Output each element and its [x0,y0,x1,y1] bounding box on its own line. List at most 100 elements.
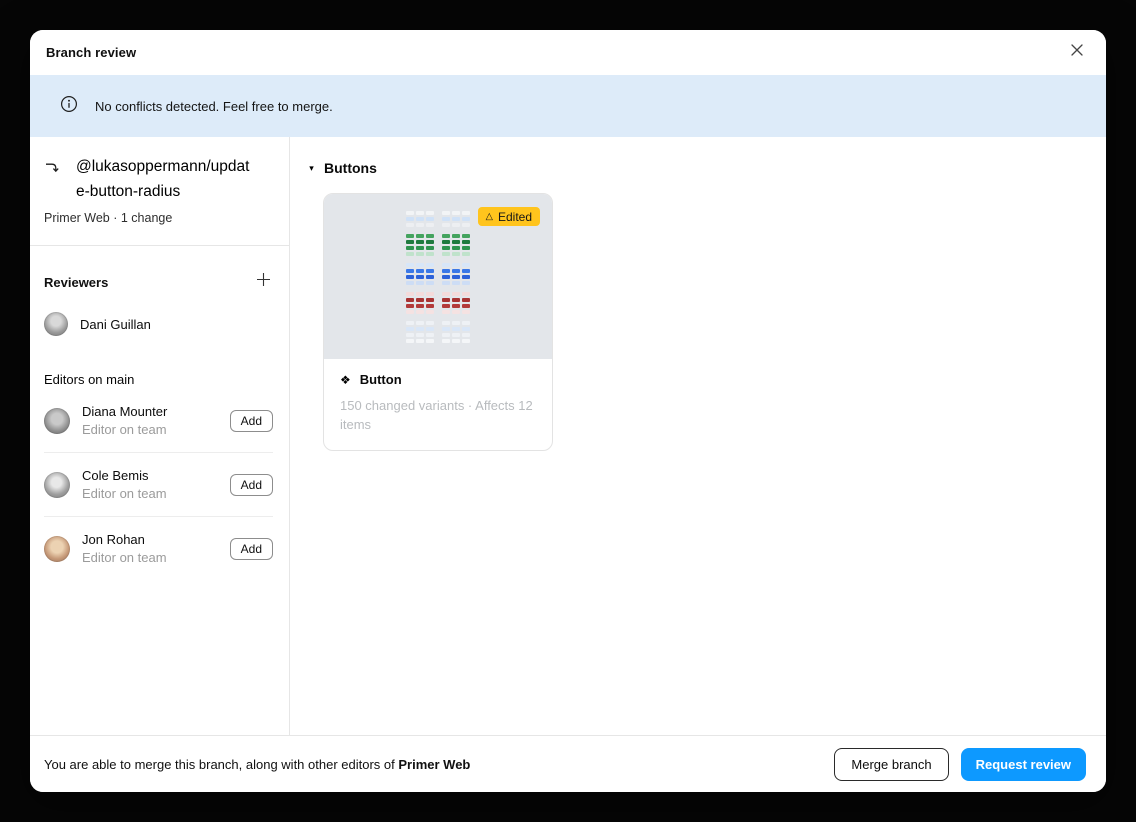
sidebar: @lukasoppermann/update-button-radius Pri… [30,137,290,735]
variant-cell [452,223,460,227]
variant-cell [426,281,434,285]
variant-cell [452,298,460,302]
variant-cell [462,211,470,215]
variant-grid [406,211,470,343]
variant-cell [426,327,434,331]
variant-row [406,263,470,267]
variant-row [406,211,470,215]
variant-cell [442,275,450,279]
editor-row: Cole Bemis Editor on team Add [44,453,273,517]
variant-cell [426,292,434,296]
merge-branch-button[interactable]: Merge branch [834,748,948,781]
warning-triangle-icon: △ [486,212,493,222]
variant-cell [416,327,424,331]
variant-cell [416,333,424,337]
request-review-button[interactable]: Request review [961,748,1086,781]
variant-row [406,292,470,296]
avatar [44,408,70,434]
reviewers-section: Reviewers Dani Guillan [30,246,289,336]
variant-cell [462,234,470,238]
variant-cell [462,281,470,285]
section-header-buttons[interactable]: ▾ Buttons [307,160,1086,176]
variant-row [406,304,470,308]
variant-cell [452,327,460,331]
variant-cell [406,211,414,215]
variant-cell [426,304,434,308]
variant-cell [452,292,460,296]
variant-cell [442,292,450,296]
variant-row [406,246,470,250]
variant-cell [442,281,450,285]
variant-cell [452,281,460,285]
close-button[interactable] [1066,42,1088,64]
variant-cell [416,310,424,314]
variant-cell [452,269,460,273]
variant-cell [452,310,460,314]
variant-cell [452,333,460,337]
variant-cell [462,304,470,308]
variant-row [406,298,470,302]
branch-section: @lukasoppermann/update-button-radius Pri… [30,137,289,246]
variant-cell [416,217,424,221]
variant-cell [442,339,450,343]
variant-cell [406,263,414,267]
variant-cell [426,310,434,314]
add-editor-button[interactable]: Add [230,410,273,432]
variant-cell [416,281,424,285]
variant-cell [416,275,424,279]
variant-row [406,223,470,227]
variant-cell [416,304,424,308]
variant-cell [426,321,434,325]
variant-cell [416,240,424,244]
variant-cell [462,321,470,325]
variant-cell [406,321,414,325]
section-title: Buttons [324,160,377,176]
variant-row [406,252,470,256]
variant-cell [426,223,434,227]
add-reviewer-button[interactable] [253,272,273,292]
variant-cell [406,240,414,244]
variant-cell [462,240,470,244]
variant-cell [442,269,450,273]
changes-panel: ▾ Buttons △ Edited ❖ Button 150 chang [290,137,1106,735]
variant-cell [452,234,460,238]
variant-cell [426,217,434,221]
variant-row [406,339,470,343]
variant-row [406,217,470,221]
variant-cell [406,246,414,250]
variant-row [406,321,470,325]
variant-cell [426,333,434,337]
editor-name: Diana Mounter [82,404,218,419]
reviewer-row: Dani Guillan [44,312,273,336]
variant-cell [426,211,434,215]
branch-icon [44,159,61,181]
variant-row [406,310,470,314]
plus-icon [256,272,271,292]
variant-cell [416,298,424,302]
variant-cell [426,339,434,343]
editor-row: Diana Mounter Editor on team Add [44,389,273,453]
banner-message: No conflicts detected. Feel free to merg… [95,99,333,114]
variant-row [406,240,470,244]
variant-cell [452,211,460,215]
component-card[interactable]: △ Edited ❖ Button 150 changed variants ·… [323,193,553,451]
variant-cell [406,281,414,285]
variant-cell [462,217,470,221]
editor-role: Editor on team [82,550,218,565]
dialog-header: Branch review [30,30,1106,75]
variant-group-gap [406,258,470,261]
variant-cell [426,252,434,256]
variant-cell [416,263,424,267]
variant-cell [442,246,450,250]
variant-group-gap [406,229,470,232]
variant-cell [452,321,460,325]
add-editor-button[interactable]: Add [230,538,273,560]
variant-cell [442,252,450,256]
avatar [44,472,70,498]
add-editor-button[interactable]: Add [230,474,273,496]
editor-role: Editor on team [82,422,218,437]
variant-cell [462,252,470,256]
editor-role: Editor on team [82,486,218,501]
variant-cell [406,292,414,296]
variant-cell [426,234,434,238]
